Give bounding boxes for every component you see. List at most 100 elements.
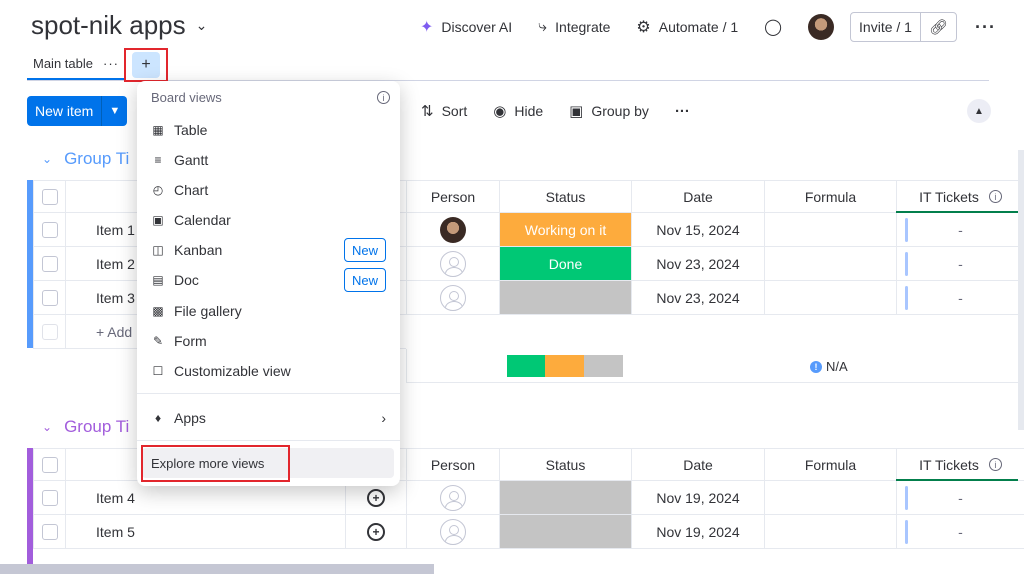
select-all-cell[interactable] — [33, 180, 65, 213]
menu-item-chart[interactable]: ◴ Chart — [151, 176, 388, 204]
formula-cell — [764, 213, 896, 247]
menu-item-customizable-view[interactable]: ☐ Customizable view — [151, 357, 388, 385]
add-update-cell[interactable]: + — [345, 481, 406, 515]
select-all-cell[interactable] — [33, 448, 65, 481]
column-header-it-tickets[interactable]: IT Tickets i — [896, 180, 1024, 213]
row-checkbox[interactable] — [41, 523, 58, 540]
more-toolbar-button[interactable]: ··· — [675, 103, 690, 120]
info-icon[interactable]: i — [988, 190, 1002, 203]
add-view-highlight: + — [124, 48, 168, 82]
person-cell[interactable] — [406, 213, 499, 247]
empty-person-icon[interactable] — [440, 250, 466, 277]
more-options-icon[interactable]: ··· — [975, 17, 996, 38]
formula-cell — [764, 247, 896, 281]
discover-ai-button[interactable]: ✦ Discover AI — [420, 17, 512, 37]
board-title[interactable]: spot-nik apps ⌄ — [31, 10, 207, 41]
invite-button[interactable]: Invite / 1 🔗︎ — [850, 12, 958, 42]
menu-item-gantt[interactable]: ≡ Gantt — [151, 146, 388, 174]
chevron-down-icon[interactable]: ⌄ — [42, 152, 52, 166]
menu-item-apps[interactable]: ♦ Apps › — [151, 404, 388, 432]
date-cell[interactable]: Nov 19, 2024 — [631, 515, 764, 549]
row-checkbox[interactable] — [41, 489, 58, 506]
integrate-button[interactable]: ⤷ Integrate — [538, 18, 610, 36]
column-header-status[interactable]: Status — [499, 180, 631, 213]
hide-button[interactable]: ◉ Hide — [493, 102, 543, 120]
menu-item-doc[interactable]: ▤ Doc New — [151, 266, 388, 294]
menu-item-file-gallery[interactable]: ▩ File gallery — [151, 297, 388, 325]
form-icon: ✎ — [152, 334, 164, 348]
empty-person-icon[interactable] — [440, 284, 466, 311]
column-header-status[interactable]: Status — [499, 448, 631, 481]
collapse-header-button[interactable]: ▲ — [967, 99, 991, 123]
eye-off-icon: ◉ — [493, 103, 507, 120]
menu-item-form[interactable]: ✎ Form — [151, 327, 388, 355]
horizontal-scrollbar[interactable] — [0, 564, 434, 574]
it-tickets-cell[interactable]: - — [896, 515, 1024, 549]
chevron-down-icon[interactable]: ⌄ — [196, 17, 208, 34]
column-header-person[interactable]: Person — [406, 180, 499, 213]
person-cell[interactable] — [406, 515, 499, 549]
row-checkbox[interactable] — [41, 255, 58, 272]
status-cell[interactable] — [499, 481, 631, 515]
toolbar: ⇅ Sort ◉ Hide ▣ Group by ··· — [421, 96, 690, 126]
link-icon[interactable]: 🔗︎ — [921, 18, 956, 36]
date-cell[interactable]: Nov 19, 2024 — [631, 481, 764, 515]
person-cell[interactable] — [406, 481, 499, 515]
add-update-icon[interactable]: + — [367, 522, 385, 541]
tab-main-table[interactable]: Main table ··· — [27, 48, 125, 80]
add-update-cell[interactable]: + — [345, 515, 406, 549]
date-cell[interactable]: Nov 15, 2024 — [631, 213, 764, 247]
group-2-title[interactable]: ⌄ Group Ti — [42, 417, 129, 437]
updates-button[interactable]: ◯ — [764, 17, 782, 37]
it-tickets-cell[interactable]: - — [896, 247, 1024, 281]
row-checkbox[interactable] — [41, 289, 58, 306]
date-cell[interactable]: Nov 23, 2024 — [631, 281, 764, 315]
info-icon[interactable]: i — [377, 91, 390, 104]
row-checkbox[interactable] — [41, 221, 58, 238]
it-tickets-cell[interactable]: - — [896, 481, 1024, 515]
menu-item-kanban[interactable]: ◫ Kanban New — [151, 236, 388, 264]
person-cell[interactable] — [406, 281, 499, 315]
user-avatar[interactable] — [808, 14, 835, 40]
empty-person-icon[interactable] — [440, 518, 466, 545]
group-1-title[interactable]: ⌄ Group Ti — [42, 149, 129, 169]
status-cell[interactable] — [499, 515, 631, 549]
empty-person-icon[interactable] — [440, 484, 466, 511]
menu-item-calendar[interactable]: ▣ Calendar — [151, 206, 388, 234]
integrate-icon: ⤷ — [538, 18, 548, 35]
tab-options-icon[interactable]: ··· — [103, 56, 119, 71]
column-header-date[interactable]: Date — [631, 448, 764, 481]
it-tickets-cell[interactable]: - — [896, 213, 1024, 247]
group-by-button[interactable]: ▣ Group by — [569, 102, 649, 120]
automate-button[interactable]: ⚙ Automate / 1 — [636, 17, 738, 37]
vertical-scrollbar[interactable] — [1018, 150, 1024, 430]
new-item-button[interactable]: New item ▼ — [27, 96, 128, 126]
add-update-icon[interactable]: + — [367, 488, 385, 507]
person-cell[interactable] — [406, 247, 499, 281]
info-icon[interactable]: i — [988, 458, 1002, 471]
column-header-formula[interactable]: Formula — [764, 180, 896, 213]
menu-item-table[interactable]: ▦ Table — [151, 116, 388, 144]
add-view-button[interactable]: + — [132, 52, 160, 78]
chevron-down-icon[interactable]: ⌄ — [42, 420, 52, 434]
select-all-checkbox[interactable] — [41, 188, 58, 205]
chat-bubble-icon: ◯ — [764, 19, 783, 36]
item-name[interactable]: Item 4 — [65, 481, 345, 515]
column-header-it-tickets[interactable]: IT Tickets i — [896, 448, 1024, 481]
invite-label: Invite / 1 — [851, 13, 921, 41]
column-header-date[interactable]: Date — [631, 180, 764, 213]
sort-button[interactable]: ⇅ Sort — [421, 102, 467, 120]
date-cell[interactable]: Nov 23, 2024 — [631, 247, 764, 281]
item-name[interactable]: Item 5 — [65, 515, 345, 549]
formula-cell — [764, 481, 896, 515]
avatar[interactable] — [440, 216, 466, 243]
explore-more-views-button[interactable]: Explore more views — [141, 445, 290, 482]
status-cell[interactable]: Done — [499, 247, 631, 281]
it-tickets-cell[interactable]: - — [896, 281, 1024, 315]
status-cell[interactable]: Working on it — [499, 213, 631, 247]
status-cell[interactable] — [499, 281, 631, 315]
chevron-down-icon[interactable]: ▼ — [102, 105, 127, 117]
select-all-checkbox[interactable] — [41, 456, 58, 473]
column-header-person[interactable]: Person — [406, 448, 499, 481]
column-header-formula[interactable]: Formula — [764, 448, 896, 481]
